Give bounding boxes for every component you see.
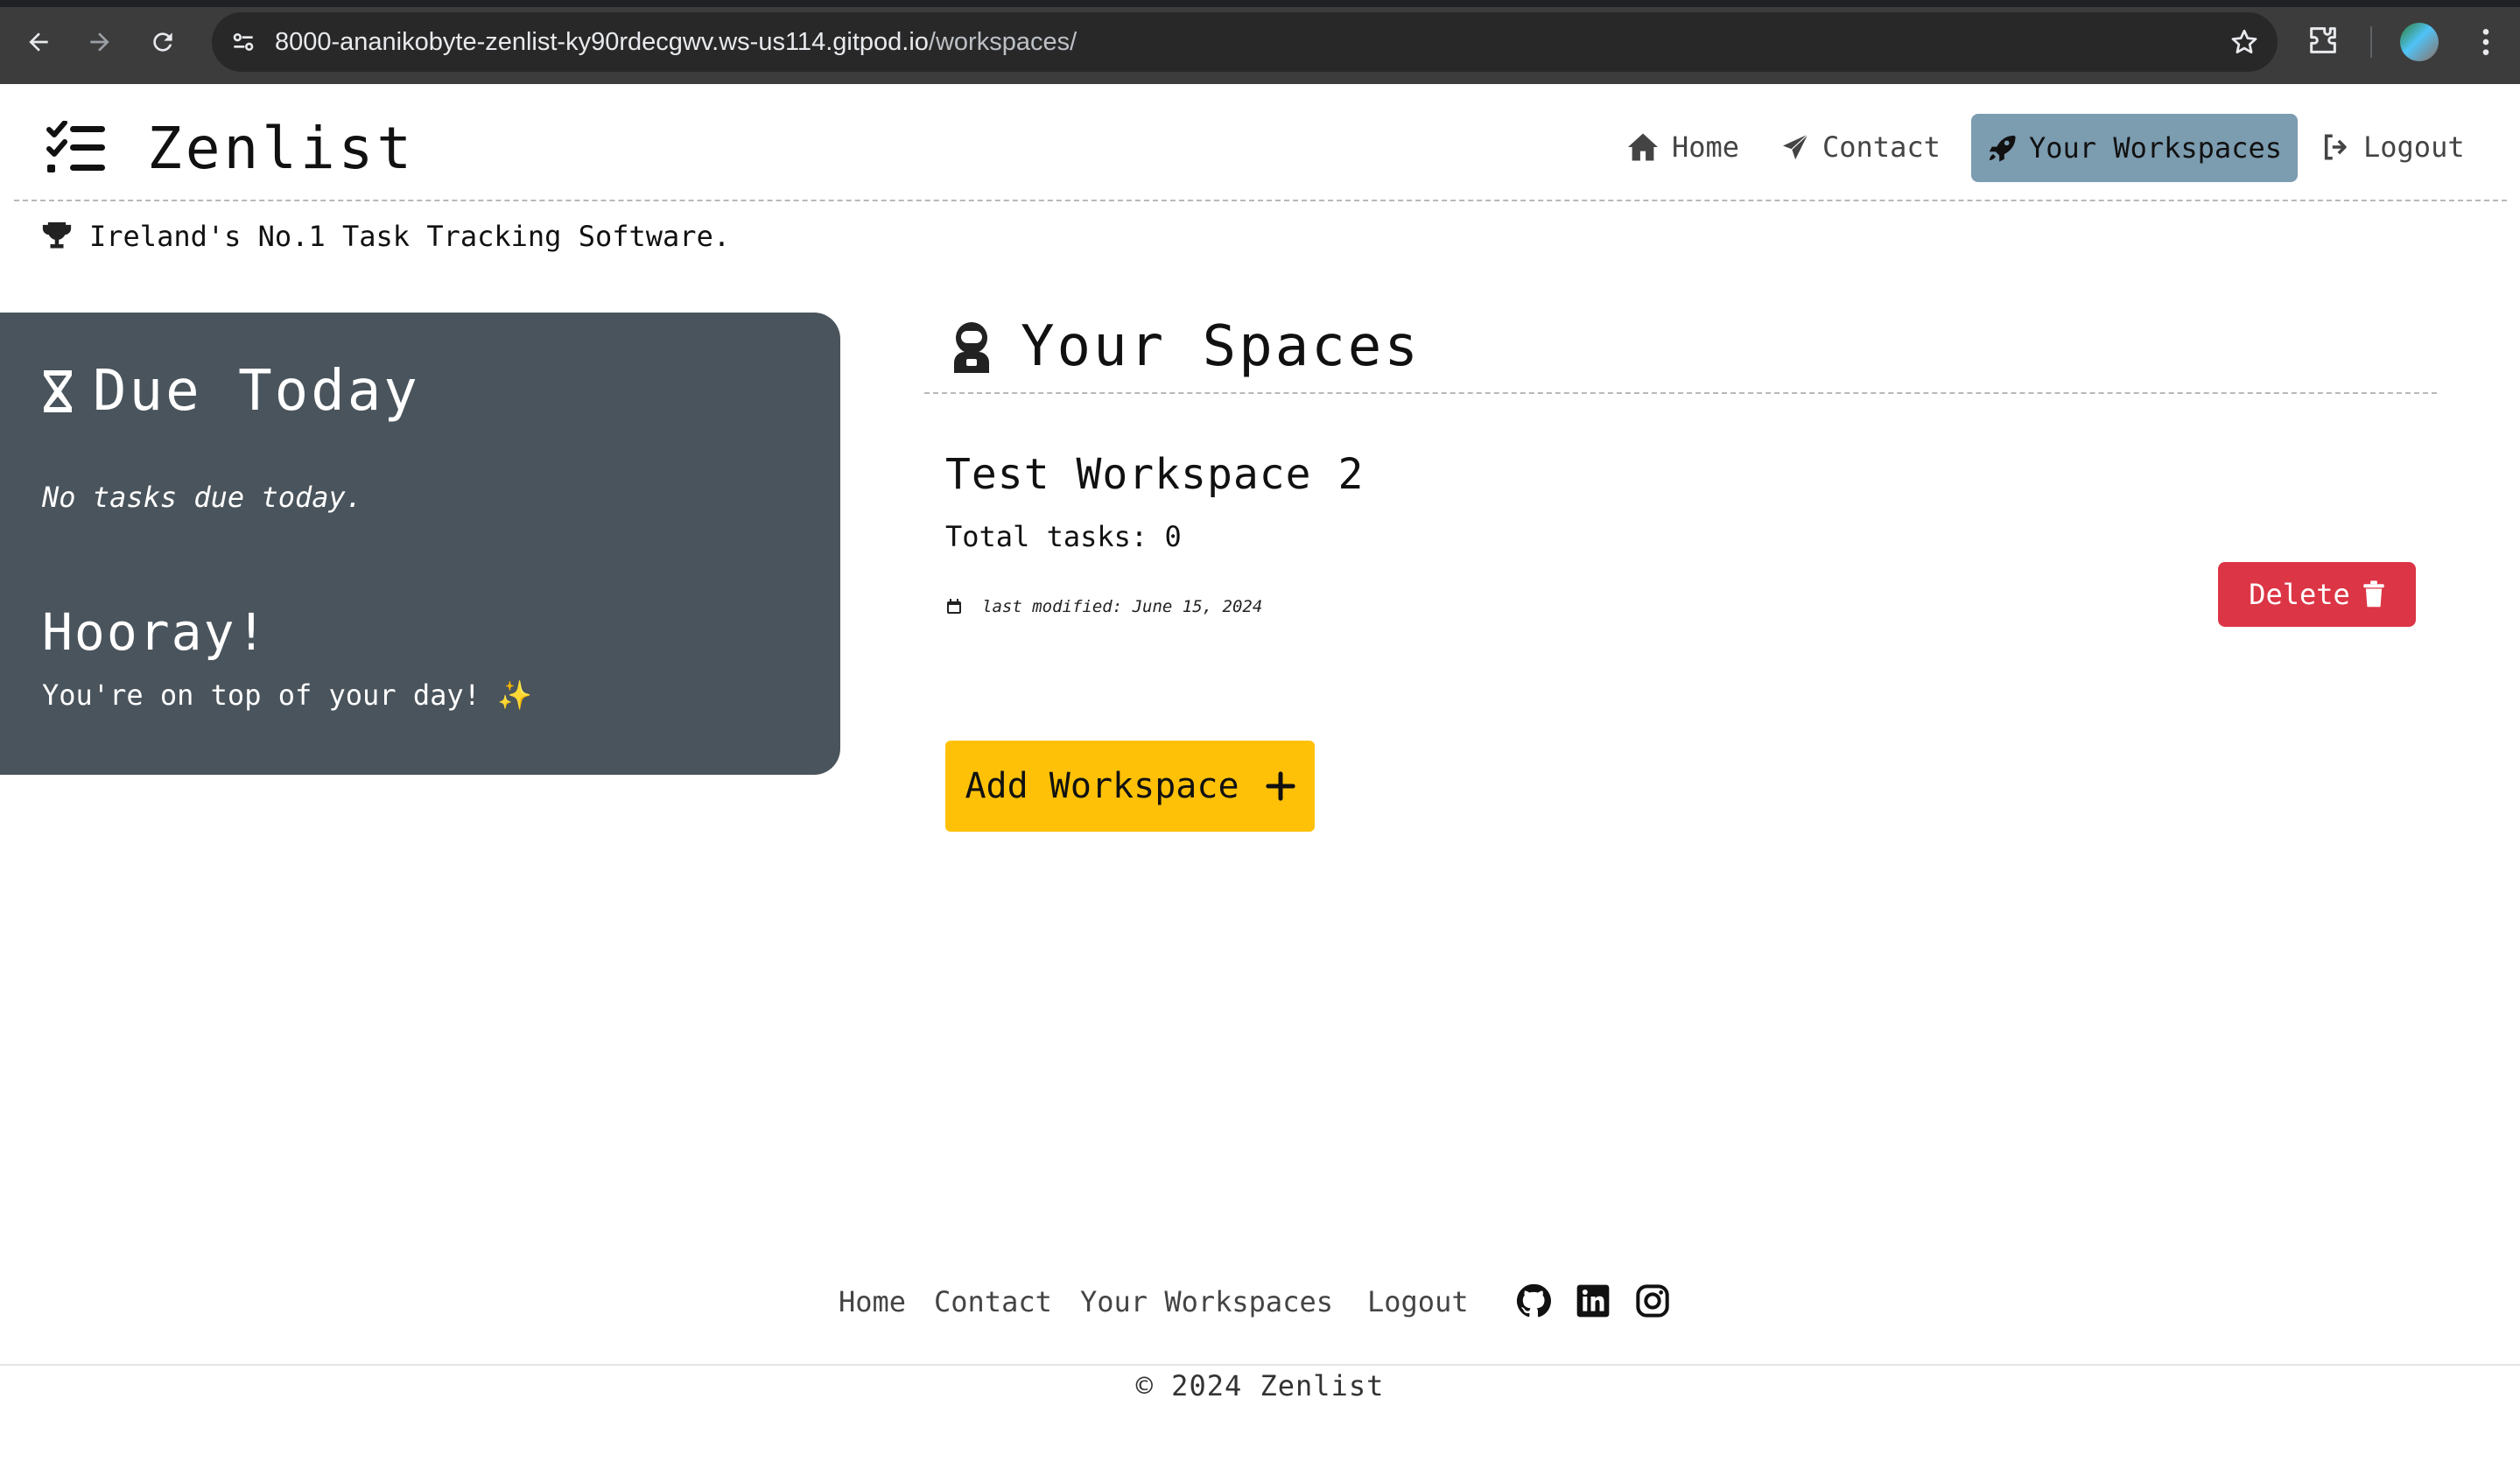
rocket-icon — [1989, 135, 2016, 162]
tab-strip — [0, 0, 2520, 7]
due-today-panel: Due Today No tasks due today. Hooray! Yo… — [0, 313, 840, 775]
nav-home-label: Home — [1672, 130, 1740, 164]
kebab-menu-icon[interactable] — [2468, 25, 2503, 60]
spaces-divider — [924, 392, 2437, 394]
footer-link-your-workspaces[interactable]: Your Workspaces — [1080, 1283, 1333, 1320]
browser-toolbar: 8000-ananikobyte-zenlist-ky90rdecgwv.ws-… — [0, 0, 2520, 84]
sign-out-icon — [2324, 134, 2347, 160]
back-button[interactable] — [18, 21, 60, 63]
spaces-title: Your Spaces — [1021, 314, 1421, 379]
due-today-title: Due Today — [93, 359, 420, 424]
nav-logout-label: Logout — [2363, 130, 2465, 164]
nav-contact-label: Contact — [1822, 130, 1941, 164]
brand-name[interactable]: Zenlist — [147, 114, 415, 184]
add-workspace-button[interactable]: Add Workspace — [945, 741, 1315, 832]
add-workspace-label: Add Workspace — [965, 766, 1239, 806]
calendar-icon — [947, 599, 961, 614]
trash-icon — [2363, 580, 2384, 608]
reload-button[interactable] — [142, 21, 184, 63]
delete-workspace-button[interactable]: Delete — [2218, 562, 2416, 627]
site-settings-icon[interactable] — [229, 28, 257, 56]
nav-contact[interactable]: Contact — [1780, 112, 1941, 182]
workspace-total-tasks: Total tasks: 0 — [945, 520, 1182, 553]
hooray-message: You're on top of your day! ✨ — [42, 678, 533, 712]
linkedin-icon[interactable] — [1576, 1283, 1611, 1318]
instagram-icon[interactable] — [1635, 1283, 1670, 1318]
url-text[interactable]: 8000-ananikobyte-zenlist-ky90rdecgwv.ws-… — [275, 12, 1077, 72]
workspace-last-modified: last modified: June 15, 2024 — [945, 597, 1262, 616]
github-icon[interactable] — [1516, 1283, 1551, 1318]
trophy-icon — [42, 221, 72, 249]
footer-link-logout[interactable]: Logout — [1367, 1283, 1469, 1320]
workspace-name[interactable]: Test Workspace 2 — [945, 448, 1364, 501]
profile-avatar[interactable] — [2400, 23, 2439, 61]
reload-icon — [153, 32, 172, 52]
tagline: Ireland's No.1 Task Tracking Software. — [40, 217, 730, 256]
spaces-heading: Your Spaces — [949, 312, 1421, 382]
footer-link-home[interactable]: Home — [839, 1283, 906, 1320]
forward-arrow-icon — [90, 32, 109, 52]
house-icon — [1628, 133, 1658, 161]
forward-button[interactable] — [79, 21, 121, 63]
astronaut-icon — [954, 322, 989, 373]
last-modified-text: last modified: June 15, 2024 — [982, 597, 1263, 616]
bookmark-star-icon[interactable] — [2229, 26, 2260, 58]
copyright: © 2024 Zenlist — [1135, 1369, 1385, 1402]
tasklist-logo-icon[interactable] — [46, 121, 107, 173]
no-tasks-message: No tasks due today. — [42, 481, 363, 514]
hooray-heading: Hooray! — [42, 602, 269, 662]
nav-your-workspaces-label: Your Workspaces — [2029, 131, 2282, 165]
extensions-icon[interactable] — [2306, 23, 2341, 58]
due-today-heading: Due Today — [42, 356, 420, 426]
paper-plane-icon — [1780, 132, 1810, 162]
hourglass-icon — [44, 370, 72, 412]
back-arrow-icon — [29, 32, 48, 52]
nav-home[interactable]: Home — [1626, 112, 1739, 182]
nav-logout[interactable]: Logout — [2321, 112, 2465, 182]
address-bar[interactable]: 8000-ananikobyte-zenlist-ky90rdecgwv.ws-… — [212, 12, 2278, 72]
toolbar-divider — [2370, 26, 2372, 58]
plus-icon — [1265, 771, 1295, 801]
footer-divider — [0, 1364, 2520, 1366]
header-divider — [14, 200, 2507, 201]
tagline-text: Ireland's No.1 Task Tracking Software. — [89, 220, 731, 253]
nav-your-workspaces[interactable]: Your Workspaces — [1971, 114, 2298, 182]
footer-link-contact[interactable]: Contact — [934, 1283, 1052, 1320]
delete-button-label: Delete — [2249, 578, 2350, 611]
